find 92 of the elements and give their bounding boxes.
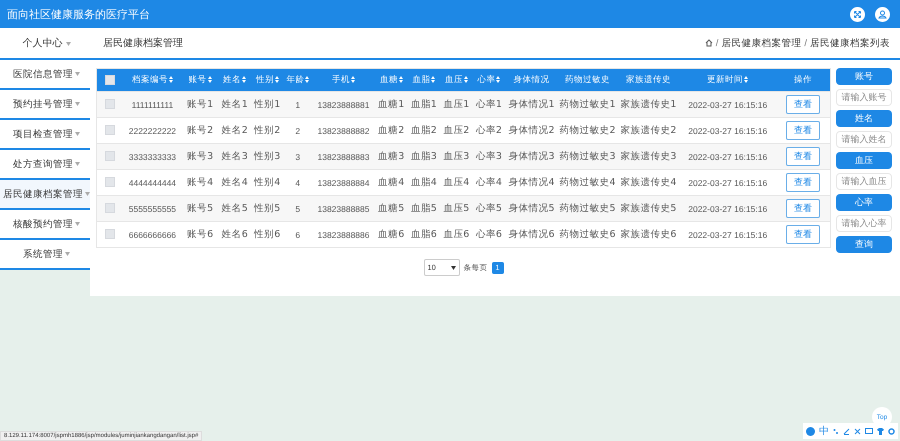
search-label: 姓名 xyxy=(836,110,892,127)
column-header[interactable]: 心率 xyxy=(472,68,506,92)
sort-icon[interactable] xyxy=(305,76,310,84)
caret-icon xyxy=(66,42,71,46)
sort-icon[interactable] xyxy=(168,76,173,84)
search-field[interactable]: 请输入血压 xyxy=(836,173,892,190)
search-field[interactable]: 请输入账号 xyxy=(836,89,892,106)
row-checkbox[interactable] xyxy=(104,99,115,110)
sort-icon[interactable] xyxy=(398,76,403,84)
punctuation-icon[interactable] xyxy=(833,428,839,434)
view-button[interactable]: 查看 xyxy=(786,147,820,166)
caret-icon xyxy=(450,266,456,270)
breadcrumb-link[interactable]: 居民健康档案管理 xyxy=(721,36,802,50)
column-header[interactable]: 血脂 xyxy=(408,68,440,92)
search-button[interactable]: 查询 xyxy=(836,236,892,253)
table-cell: 6666666666 xyxy=(122,222,182,248)
view-button[interactable]: 查看 xyxy=(786,199,820,218)
sort-icon[interactable] xyxy=(464,76,468,84)
table-cell: 药物过敏史6 xyxy=(558,222,617,248)
sort-icon[interactable] xyxy=(496,76,500,84)
user-icon[interactable] xyxy=(875,6,890,22)
caret-icon xyxy=(75,102,80,106)
sidebar-item[interactable]: 处方查询管理 xyxy=(0,150,93,180)
column-header[interactable]: 血糖 xyxy=(375,68,408,92)
sidebar-item[interactable]: 系统管理 xyxy=(0,240,93,270)
home-icon[interactable] xyxy=(704,39,713,47)
sort-icon[interactable] xyxy=(431,76,436,84)
table-cell: 身体情况6 xyxy=(505,222,558,248)
table-cell: 姓名6 xyxy=(218,222,251,248)
row-checkbox[interactable] xyxy=(104,151,115,162)
view-button[interactable]: 查看 xyxy=(786,121,820,140)
caret-icon xyxy=(65,252,70,256)
breadcrumb-link[interactable]: 居民健康档案列表 xyxy=(810,36,890,50)
row-checkbox[interactable] xyxy=(104,229,115,240)
user-center-menu[interactable]: 个人中心 xyxy=(0,36,93,50)
table-cell: 家族遗传史6 xyxy=(616,222,680,248)
search-label: 血压 xyxy=(836,152,892,169)
column-header[interactable]: 年龄 xyxy=(284,68,312,92)
app-title: 面向社区健康服务的医疗平台 xyxy=(7,6,150,22)
column-header: 身体情况 xyxy=(505,68,558,92)
breadcrumb-separator: / xyxy=(804,38,807,48)
table-cell: 血压6 xyxy=(440,222,473,248)
column-header[interactable]: 账号 xyxy=(182,68,218,92)
search-label: 账号 xyxy=(836,68,892,85)
table-cell: 心率6 xyxy=(472,222,506,248)
table-cell: 血脂6 xyxy=(408,222,440,248)
sort-icon[interactable] xyxy=(744,76,748,84)
caret-icon xyxy=(75,162,80,166)
column-header[interactable]: 血压 xyxy=(440,68,473,92)
caret-icon xyxy=(75,72,80,76)
search-field[interactable]: 请输入心率 xyxy=(836,215,892,232)
sidebar-item[interactable]: 项目检查管理 xyxy=(0,120,93,150)
search-field[interactable]: 请输入姓名 xyxy=(836,131,892,148)
sidebar-item[interactable]: 居民健康档案管理 xyxy=(0,180,93,210)
table-cell: 13823888886 xyxy=(312,222,375,248)
column-header[interactable]: 性别 xyxy=(251,68,284,92)
column-header: 药物过敏史 xyxy=(558,68,617,92)
sort-icon[interactable] xyxy=(242,76,246,84)
column-header[interactable]: 档案编号 xyxy=(122,68,182,92)
ime-mode-toggle[interactable]: 中 xyxy=(819,424,829,438)
table-cell: 2022-03-27 16:15:16 xyxy=(680,222,776,248)
column-header[interactable]: 姓名 xyxy=(218,68,251,92)
caret-icon xyxy=(75,222,80,226)
table-cell: 血糖6 xyxy=(375,222,408,248)
column-header: 操作 xyxy=(776,68,830,92)
fullscreen-icon[interactable] xyxy=(850,6,865,22)
page-title: 居民健康档案管理 xyxy=(103,36,184,50)
table-cell: 账号6 xyxy=(182,222,218,248)
sidebar-item[interactable]: 医院信息管理 xyxy=(0,60,93,90)
caret-icon xyxy=(75,132,80,136)
breadcrumb-separator: / xyxy=(716,38,718,48)
sort-icon[interactable] xyxy=(350,76,355,84)
table-cell: 性别6 xyxy=(251,222,284,248)
row-checkbox[interactable] xyxy=(104,177,115,188)
view-button[interactable]: 查看 xyxy=(786,173,820,192)
table-cell: 6 xyxy=(284,222,312,248)
sidebar-item[interactable]: 预约挂号管理 xyxy=(0,90,93,120)
view-button[interactable]: 查看 xyxy=(786,95,820,114)
select-all-checkbox[interactable] xyxy=(104,74,115,85)
caret-icon xyxy=(85,192,90,196)
search-label: 心率 xyxy=(836,194,892,211)
view-button[interactable]: 查看 xyxy=(786,225,820,244)
row-checkbox[interactable] xyxy=(104,125,115,136)
row-checkbox[interactable] xyxy=(104,203,115,214)
keyboard-icon[interactable] xyxy=(865,428,873,434)
sort-icon[interactable] xyxy=(208,76,212,84)
sort-icon[interactable] xyxy=(274,76,279,84)
column-header: 家族遗传史 xyxy=(616,68,680,92)
column-header[interactable]: 更新时间 xyxy=(680,68,776,92)
shirt-icon[interactable] xyxy=(877,428,884,434)
column-header[interactable]: 手机 xyxy=(312,68,375,92)
sidebar-item[interactable]: 核酸预约管理 xyxy=(0,210,93,240)
